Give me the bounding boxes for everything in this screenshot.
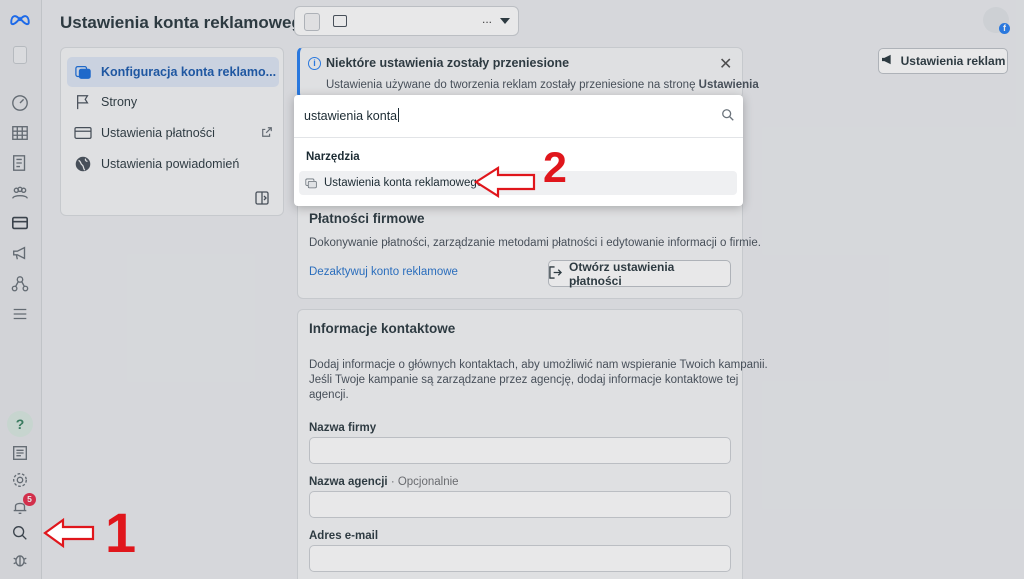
info-icon: i (308, 57, 321, 70)
contact-description-line-3: agencji. (309, 389, 349, 401)
close-icon[interactable]: ✕ (719, 54, 732, 74)
menu-item-ad-account-setup[interactable]: Konfiguracja konta reklamo... (67, 57, 279, 87)
search-result-label: Ustawienia konta reklamowego (324, 177, 484, 189)
meta-logo-icon[interactable] (9, 8, 31, 30)
annotation-arrow-1 (43, 517, 95, 549)
contact-title: Informacje kontaktowe (309, 321, 456, 336)
email-label: Adres e-mail (309, 530, 379, 542)
notifications-badge: 5 (23, 493, 36, 506)
search-icon[interactable] (721, 108, 735, 125)
external-link-icon (261, 126, 273, 141)
megaphone-icon (881, 54, 894, 68)
table-icon[interactable] (9, 122, 31, 144)
profile-avatar[interactable]: f (983, 7, 1010, 34)
notifications-bell-icon[interactable]: 5 (9, 493, 36, 518)
ad-account-selector[interactable]: ... (294, 6, 519, 36)
open-external-icon (549, 265, 562, 282)
agency-name-label: Nazwa agencji · Opcjonalnie (309, 476, 459, 488)
menu-item-label: Strony (101, 95, 138, 109)
notice-title: Niektóre ustawienia zostały przeniesione (326, 56, 570, 70)
notice-card (297, 47, 743, 99)
page-title: Ustawienia konta reklamowego (60, 13, 313, 32)
search-input[interactable]: ustawienia konta (304, 108, 400, 123)
pages-icon[interactable] (9, 152, 31, 174)
divider (294, 137, 743, 138)
news-icon[interactable] (9, 442, 31, 464)
tools-section-heading: Narzędzia (306, 151, 360, 163)
ad-account-icon (73, 63, 93, 81)
open-payment-settings-label: Otwórz ustawienia płatności (569, 259, 675, 288)
menu-item-label: Konfiguracja konta reklamo... (101, 65, 277, 79)
help-icon[interactable]: ? (7, 411, 33, 437)
menu-item-label: Ustawienia płatności (101, 126, 215, 140)
payments-title: Płatności firmowe (309, 211, 425, 226)
business-tools-icon[interactable] (9, 273, 31, 295)
settings-side-menu: Konfiguracja konta reklamo... Strony Ust… (60, 47, 284, 216)
notice-text: Ustawienia używane do tworzenia reklam z… (326, 79, 759, 91)
chevron-down-icon (500, 18, 510, 24)
billing-card-icon[interactable] (9, 212, 31, 234)
credit-card-icon (73, 124, 93, 142)
settings-gear-icon[interactable] (9, 469, 31, 491)
open-payment-settings-button[interactable]: Otwórz ustawienia płatności (548, 259, 731, 288)
menu-item-label: Ustawienia powiadomień (101, 157, 240, 171)
company-name-label: Nazwa firmy (309, 422, 377, 434)
annotation-number-2: 2 (543, 144, 567, 192)
megaphone-icon[interactable] (9, 242, 31, 264)
search-icon[interactable] (9, 522, 31, 544)
annotation-arrow-2 (474, 165, 536, 199)
facebook-icon: f (999, 23, 1010, 34)
ad-account-icon (305, 178, 317, 189)
menu-hamburger-icon[interactable] (9, 303, 31, 325)
account-type-icon (333, 15, 347, 27)
ad-settings-button[interactable]: Ustawienia reklam (878, 48, 1008, 74)
email-field[interactable] (309, 545, 731, 572)
contact-description-line-2: Jeśli Twoje kampanie są zarządzane przez… (309, 374, 739, 386)
left-nav-rail: ? 5 (0, 0, 42, 579)
deactivate-account-link[interactable]: Dezaktywuj konto reklamowe (309, 266, 458, 278)
collapse-panel-icon[interactable] (255, 191, 269, 208)
company-name-field[interactable] (309, 437, 731, 464)
flag-icon (73, 93, 93, 111)
account-name-truncated: ... (482, 12, 493, 26)
audience-people-icon[interactable] (9, 182, 31, 204)
contact-description-line-1: Dodaj informacje o głównych kontaktach, … (309, 359, 768, 371)
payments-description: Dokonywanie płatności, zarządzanie metod… (309, 237, 761, 249)
annotation-number-1: 1 (105, 501, 137, 564)
dashboard-gauge-icon[interactable] (9, 92, 31, 114)
globe-icon (73, 155, 93, 173)
menu-item-payment-settings[interactable]: Ustawienia płatności (67, 118, 279, 148)
menu-item-notification-settings[interactable]: Ustawienia powiadomień (67, 149, 279, 179)
menu-item-pages[interactable]: Strony (67, 87, 279, 117)
account-avatar (304, 13, 320, 31)
account-switcher-icon[interactable] (9, 44, 31, 66)
ad-settings-label: Ustawienia reklam (900, 54, 1006, 68)
agency-name-field[interactable] (309, 491, 731, 518)
bug-report-icon[interactable] (9, 549, 31, 571)
